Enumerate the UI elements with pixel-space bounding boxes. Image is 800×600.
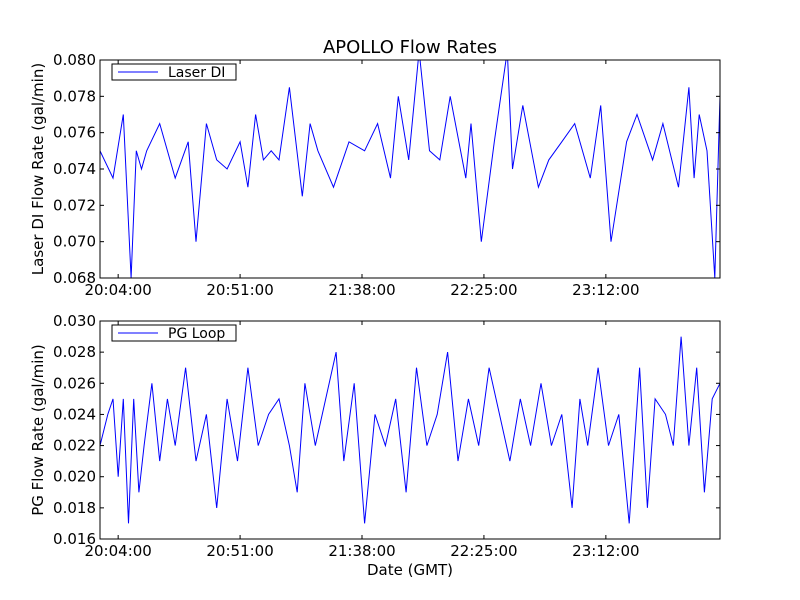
legend-label: PG Loop xyxy=(168,326,225,342)
y-tick-label: 0.026 xyxy=(53,374,96,392)
plot-area xyxy=(100,60,720,278)
y-tick-label: 0.070 xyxy=(53,233,96,251)
y-tick-label: 0.024 xyxy=(53,405,96,423)
chart-title: APOLLO Flow Rates xyxy=(323,37,497,58)
x-tick-label: 22:25:00 xyxy=(450,281,517,299)
y-tick-label: 0.078 xyxy=(53,87,96,105)
y-tick-label: 0.018 xyxy=(53,499,96,517)
x-tick-label: 20:04:00 xyxy=(84,281,151,299)
pg-loop-panel: 0.0160.0180.0200.0220.0240.0260.0280.030… xyxy=(29,312,721,579)
x-tick-label: 23:12:00 xyxy=(572,542,639,560)
x-tick-label: 20:04:00 xyxy=(84,542,151,560)
y-tick-label: 0.076 xyxy=(53,124,96,142)
y-tick-label: 0.074 xyxy=(53,160,96,178)
y-axis-label: Laser DI Flow Rate (gal/min) xyxy=(29,63,47,275)
x-tick-label: 20:51:00 xyxy=(206,542,273,560)
x-tick-label: 22:25:00 xyxy=(450,542,517,560)
y-tick-label: 0.028 xyxy=(53,343,96,361)
legend-label: Laser DI xyxy=(168,65,225,81)
y-tick-label: 0.030 xyxy=(53,312,96,330)
x-tick-label: 21:38:00 xyxy=(328,542,395,560)
y-tick-label: 0.080 xyxy=(53,51,96,69)
legend: Laser DI xyxy=(111,63,237,81)
y-tick-label: 0.020 xyxy=(53,468,96,486)
x-tick-label: 20:51:00 xyxy=(206,281,273,299)
legend: PG Loop xyxy=(111,324,237,342)
x-tick-label: 23:12:00 xyxy=(572,281,639,299)
x-tick-label: 21:38:00 xyxy=(328,281,395,299)
y-axis-label: PG Flow Rate (gal/min) xyxy=(29,344,47,516)
y-tick-label: 0.022 xyxy=(53,437,96,455)
x-axis-label: Date (GMT) xyxy=(367,561,453,579)
flow-rates-figure: APOLLO Flow Rates 0.0680.0700.0720.0740.… xyxy=(0,0,800,600)
y-tick-label: 0.072 xyxy=(53,196,96,214)
laser-di-panel: 0.0680.0700.0720.0740.0760.0780.08020:04… xyxy=(29,51,721,299)
